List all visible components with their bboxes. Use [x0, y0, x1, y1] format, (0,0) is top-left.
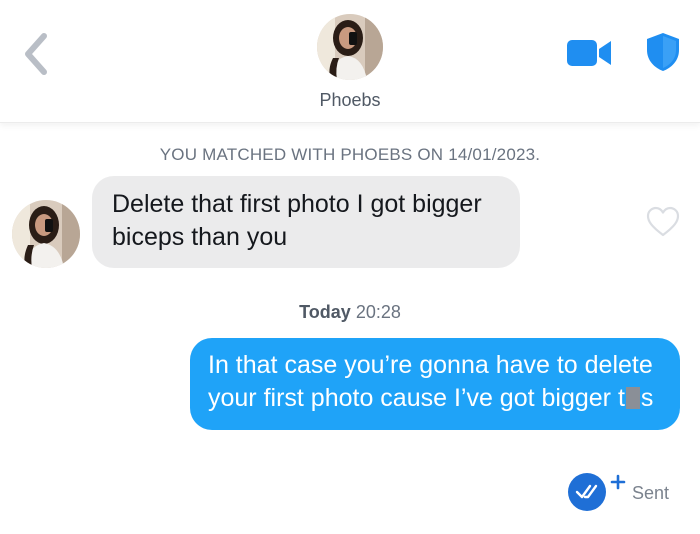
plus-icon [610, 474, 626, 490]
incoming-message-bubble[interactable]: Delete that first photo I got bigger bic… [92, 176, 520, 268]
read-receipt-button[interactable] [567, 472, 626, 512]
back-button[interactable] [18, 30, 58, 78]
video-call-button[interactable] [566, 38, 612, 68]
sent-status: Sent [632, 483, 670, 503]
heart-outline-icon [646, 206, 680, 237]
double-check-icon [568, 473, 626, 511]
video-camera-icon [567, 40, 611, 66]
shield-icon [647, 33, 679, 71]
outgoing-message-text-end: s [640, 384, 654, 412]
timestamp-time: 20:28 [355, 302, 401, 322]
match-date-note: YOU MATCHED WITH PHOEBS ON 14/01/2023. [159, 145, 541, 164]
match-name: Phoebs [319, 90, 381, 110]
avatar-photo [317, 14, 383, 80]
like-message-button[interactable] [646, 206, 680, 238]
chat-header: Phoebs [0, 0, 700, 123]
chevron-left-icon [25, 33, 47, 75]
safety-shield-button[interactable] [645, 32, 681, 72]
avatar-photo [12, 200, 80, 268]
match-avatar[interactable] [317, 14, 383, 80]
incoming-message-text: Delete that first photo I got bigger bic… [112, 190, 482, 251]
message-timestamp: Today 20:28 [0, 302, 700, 323]
outgoing-message-bubble[interactable]: In that case you’re gonna have to delete… [190, 338, 680, 430]
timestamp-day: Today [299, 302, 351, 322]
message-avatar[interactable] [12, 200, 80, 268]
outgoing-message-text: In that case you’re gonna have to delete… [208, 351, 653, 412]
redaction-block [625, 387, 640, 409]
